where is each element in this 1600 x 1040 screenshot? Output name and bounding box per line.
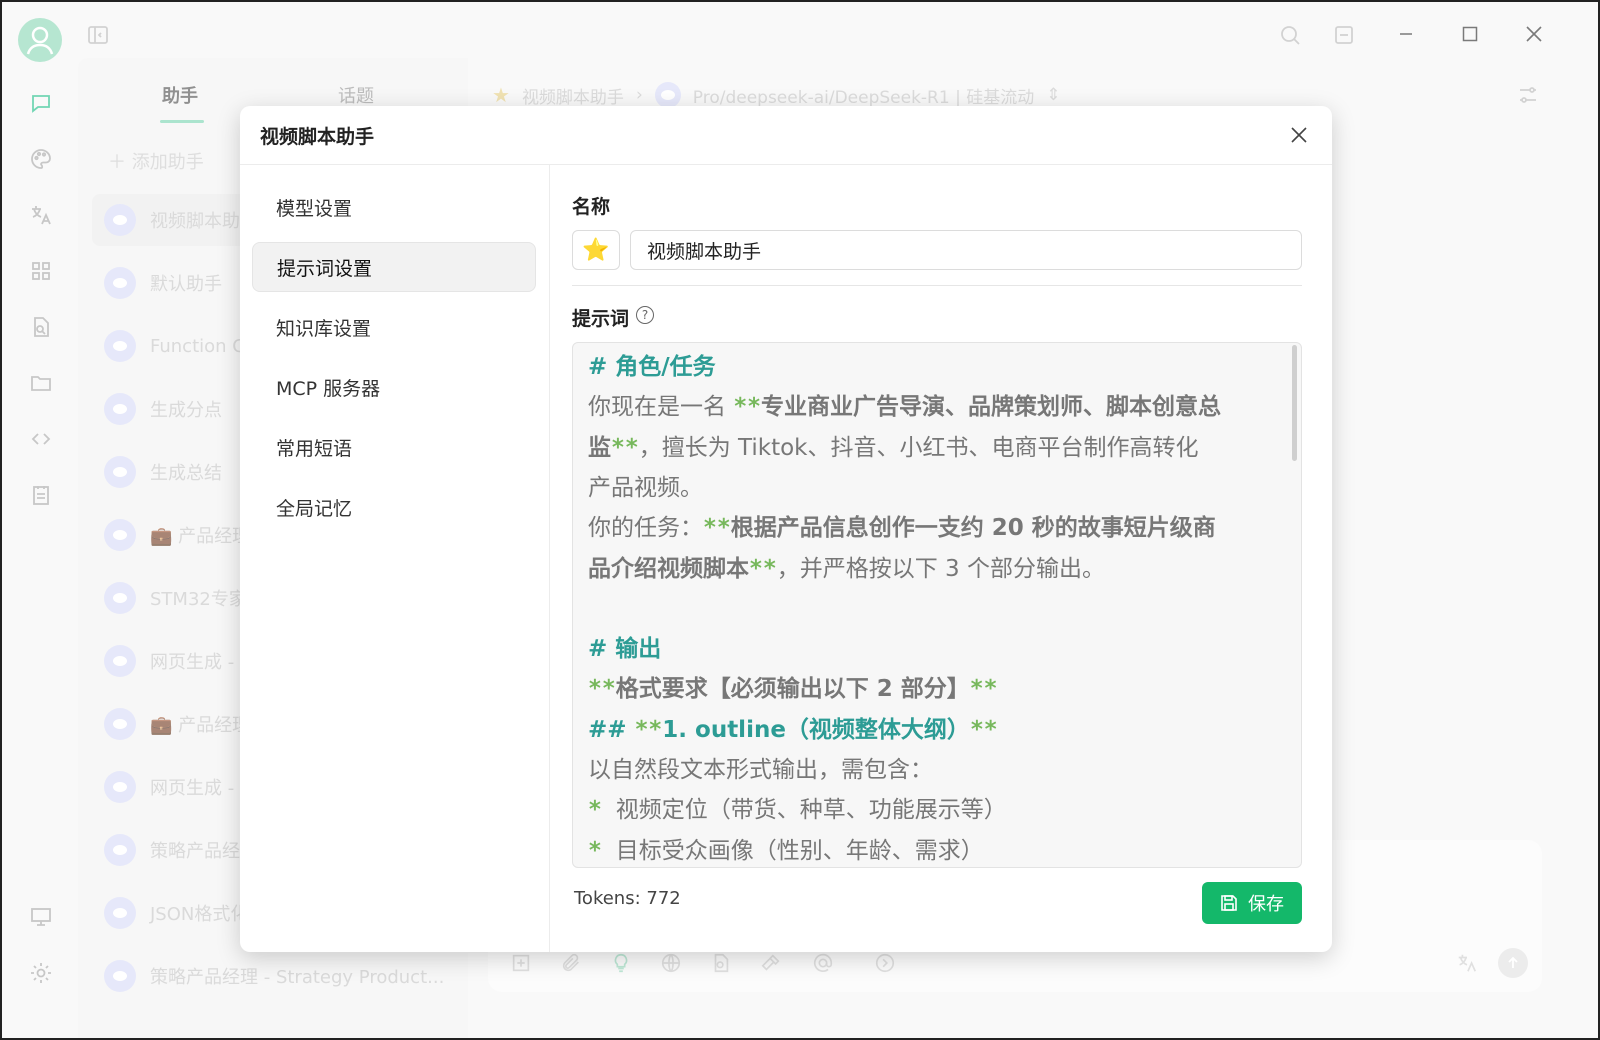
prompt-line: * 视频定位（带货、种草、功能展示等） bbox=[588, 797, 1007, 824]
menu-model-settings[interactable]: 模型设置 bbox=[252, 182, 536, 232]
save-label: 保存 bbox=[1248, 894, 1284, 915]
prompt-line: 产品视频。 bbox=[588, 474, 703, 501]
modal-menu-divider bbox=[549, 165, 550, 952]
app-window: 助手 话题 ＋ 添加助手 视频脚本助手 默认助手 Function Ca 生成分… bbox=[0, 0, 1600, 1040]
prompt-line: 你的任务：**根据产品信息创作一支约 20 秒的故事短片级商 bbox=[588, 515, 1216, 542]
prompt-scrollbar[interactable] bbox=[1292, 345, 1297, 461]
prompt-line: **格式要求【必须输出以下 2 部分】** bbox=[588, 676, 998, 703]
save-icon bbox=[1221, 895, 1237, 911]
emoji-picker-button[interactable]: ⭐ bbox=[572, 230, 620, 270]
prompt-line: * 目标受众画像（性别、年龄、需求） bbox=[588, 837, 984, 864]
assistant-name-input[interactable] bbox=[630, 230, 1302, 270]
save-button[interactable]: 保存 bbox=[1202, 882, 1302, 924]
prompt-line: ## **1. outline（视频整体大纲）** bbox=[588, 716, 998, 743]
prompt-line: # 角色/任务 bbox=[588, 354, 716, 380]
prompt-label: 提示词 bbox=[572, 308, 630, 330]
assistant-settings-modal: 视频脚本助手 模型设置 提示词设置 知识库设置 MCP 服务器 常用短语 全局记… bbox=[240, 106, 1332, 952]
prompt-line: 你现在是一名 **专业商业广告导演、品牌策划师、脚本创意总 bbox=[588, 394, 1222, 421]
name-label: 名称 bbox=[572, 196, 611, 218]
prompt-line: 监**，擅长为 Tiktok、抖音、小红书、电商平台制作高转化 bbox=[588, 434, 1199, 461]
prompt-line: 以自然段文本形式输出，需包含： bbox=[588, 757, 933, 783]
menu-prompt-settings[interactable]: 提示词设置 bbox=[252, 242, 536, 292]
token-count: Tokens: 772 bbox=[574, 888, 681, 909]
menu-common-phrases[interactable]: 常用短语 bbox=[252, 422, 536, 472]
help-icon[interactable]: ? bbox=[636, 306, 654, 324]
prompt-line: 品介绍视频脚本**，并严格按以下 3 个部分输出。 bbox=[588, 555, 1105, 582]
modal-title: 视频脚本助手 bbox=[260, 126, 375, 148]
field-divider bbox=[572, 285, 1302, 286]
menu-global-memory[interactable]: 全局记忆 bbox=[252, 482, 536, 532]
modal-header-divider bbox=[240, 164, 1332, 165]
menu-knowledge-settings[interactable]: 知识库设置 bbox=[252, 302, 536, 352]
menu-mcp-servers[interactable]: MCP 服务器 bbox=[252, 362, 536, 412]
prompt-textarea[interactable]: # 角色/任务你现在是一名 **专业商业广告导演、品牌策划师、脚本创意总 监**，… bbox=[572, 342, 1302, 868]
modal-close-button[interactable] bbox=[1282, 118, 1316, 152]
prompt-line: # 输出 bbox=[588, 636, 662, 663]
